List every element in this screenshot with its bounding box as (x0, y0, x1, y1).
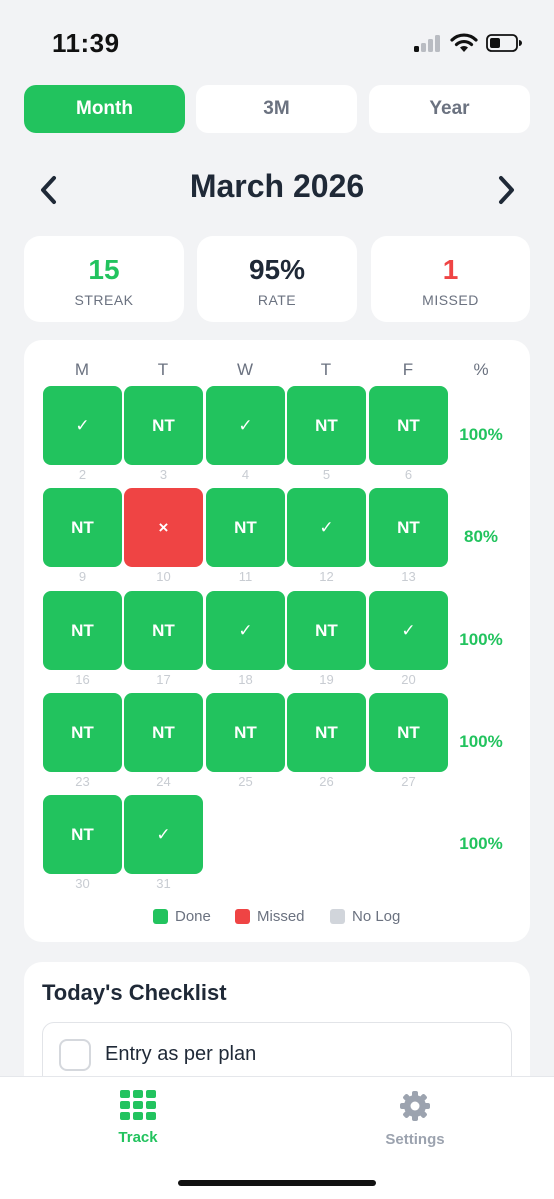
day-number: 18 (238, 672, 253, 687)
stat-missed-label: MISSED (422, 292, 479, 308)
home-indicator (178, 1180, 376, 1186)
checklist-item-label: Entry as per plan (105, 1043, 257, 1065)
status-time: 11:39 (52, 28, 120, 58)
day-number: 25 (238, 774, 253, 789)
day-cell[interactable]: ✓ (206, 591, 285, 670)
day-cell[interactable]: NT (43, 693, 122, 772)
day-cell[interactable]: NT (287, 591, 366, 670)
tab-track-label: Track (118, 1129, 158, 1146)
day-number: 24 (156, 774, 171, 789)
battery-icon (486, 34, 522, 52)
day-cell[interactable]: NT (43, 488, 122, 567)
stat-streak-label: STREAK (74, 292, 134, 308)
day-number: 11 (238, 569, 253, 584)
week-percent: 100% (459, 732, 503, 751)
day-cell[interactable]: NT (124, 386, 203, 465)
day-number: 5 (322, 467, 331, 482)
day-cell[interactable]: ✓ (369, 591, 448, 670)
day-number: 4 (241, 467, 250, 482)
legend-swatch (153, 908, 168, 924)
range-tab-year[interactable]: Year (369, 85, 530, 133)
week-percent: 80% (463, 527, 499, 546)
day-number: 31 (156, 876, 171, 891)
grid-icon (120, 1090, 156, 1120)
day-cell[interactable]: NT (369, 693, 448, 772)
legend-label: No Log (352, 907, 401, 925)
status-bar: 11:39 (0, 0, 554, 80)
day-number: 12 (319, 569, 334, 584)
legend-swatch (330, 908, 345, 924)
day-cell[interactable]: NT (206, 488, 285, 567)
day-cell[interactable]: ✓ (43, 386, 122, 465)
tab-settings-label: Settings (385, 1131, 445, 1148)
legend-done: Done (153, 906, 211, 926)
weekday-header: F (402, 360, 414, 379)
weekday-header: T (320, 360, 332, 379)
range-tab-month[interactable]: Month (24, 85, 185, 133)
legend-label: Missed (257, 907, 305, 925)
day-number: 20 (401, 672, 416, 687)
stat-rate-label: RATE (257, 292, 297, 308)
legend-swatch (235, 908, 250, 924)
stat-rate: 95% RATE (197, 236, 357, 322)
weekday-header: M (74, 360, 90, 379)
legend-no-log: No Log (330, 906, 400, 926)
day-number: 3 (159, 467, 168, 482)
day-number: 17 (156, 672, 171, 687)
day-number: 30 (75, 876, 90, 891)
day-number: 16 (75, 672, 90, 687)
day-cell[interactable]: NT (43, 795, 122, 874)
week-percent: 100% (459, 425, 503, 444)
day-cell[interactable]: NT (369, 386, 448, 465)
day-cell[interactable]: NT (124, 591, 203, 670)
day-cell[interactable]: ✓ (124, 795, 203, 874)
day-number: 9 (78, 569, 87, 584)
day-cell[interactable]: NT (287, 386, 366, 465)
legend-missed: Missed (235, 906, 305, 926)
wifi-icon (450, 33, 478, 52)
day-cell[interactable]: NT (287, 693, 366, 772)
day-number: 6 (404, 467, 413, 482)
week-percent: 100% (459, 630, 503, 649)
day-number: 19 (319, 672, 334, 687)
range-tab-3m[interactable]: 3M (196, 85, 357, 133)
stat-rate-value: 95% (248, 254, 306, 285)
stat-missed: 1 MISSED (371, 236, 530, 322)
day-number: 26 (319, 774, 334, 789)
day-number: 13 (401, 569, 416, 584)
weekday-header: T (157, 360, 169, 379)
week-percent: 100% (459, 834, 503, 853)
previous-month-button[interactable] (34, 172, 64, 208)
legend-label: Done (175, 907, 211, 925)
day-number: 27 (401, 774, 416, 789)
day-cell[interactable]: ✓ (287, 488, 366, 567)
day-number: 10 (156, 569, 171, 584)
day-cell[interactable]: × (124, 488, 203, 567)
month-title: March 2026 (189, 168, 365, 204)
day-cell[interactable]: NT (369, 488, 448, 567)
gear-icon (400, 1091, 430, 1121)
day-cell[interactable]: NT (43, 591, 122, 670)
percent-header: % (473, 360, 489, 379)
day-cell[interactable]: NT (206, 693, 285, 772)
tab-settings[interactable]: Settings (355, 1090, 475, 1148)
stat-missed-value: 1 (442, 254, 459, 285)
tab-track[interactable]: Track (78, 1090, 198, 1146)
day-number: 23 (75, 774, 90, 789)
day-cell[interactable]: ✓ (206, 386, 285, 465)
stat-streak: 15 STREAK (24, 236, 184, 322)
next-month-button[interactable] (491, 172, 521, 208)
stat-streak-value: 15 (88, 254, 120, 285)
checkbox[interactable] (59, 1039, 91, 1071)
signal-icon (414, 34, 442, 52)
checklist-title: Today's Checklist (42, 980, 227, 1005)
weekday-header: W (236, 360, 254, 379)
day-number: 2 (78, 467, 87, 482)
day-cell[interactable]: NT (124, 693, 203, 772)
